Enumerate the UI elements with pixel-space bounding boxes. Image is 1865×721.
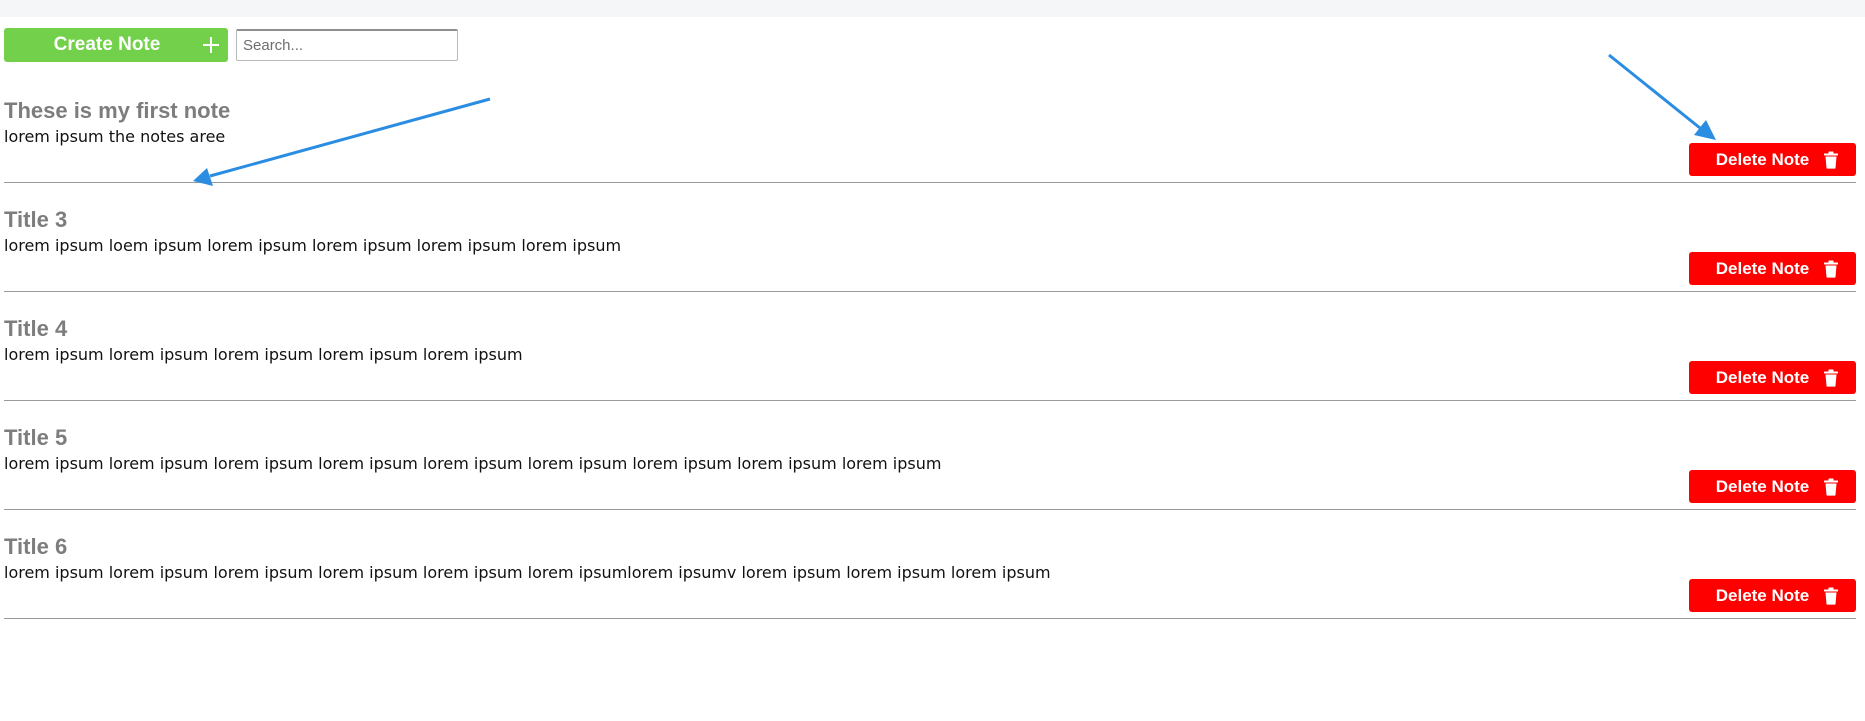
- delete-note-label: Delete Note: [1715, 367, 1810, 387]
- note-item: These is my first note lorem ipsum the n…: [4, 74, 1856, 183]
- note-body: lorem ipsum lorem ipsum lorem ipsum lore…: [4, 454, 942, 473]
- create-note-button[interactable]: Create Note: [4, 28, 228, 62]
- delete-note-label: Delete Note: [1715, 258, 1810, 278]
- note-item: Title 3 lorem ipsum loem ipsum lorem ips…: [4, 183, 1856, 292]
- trash-icon: [1824, 151, 1839, 169]
- delete-note-button[interactable]: Delete Note: [1689, 252, 1856, 285]
- delete-note-label: Delete Note: [1715, 476, 1810, 496]
- top-strip: [0, 0, 1865, 17]
- note-title: Title 5: [4, 425, 68, 450]
- plus-icon: [203, 37, 219, 53]
- note-body: lorem ipsum lorem ipsum lorem ipsum lore…: [4, 563, 1051, 582]
- note-item: Title 5 lorem ipsum lorem ipsum lorem ip…: [4, 401, 1856, 510]
- trash-icon: [1824, 260, 1839, 278]
- trash-icon: [1824, 369, 1839, 387]
- search-input[interactable]: [236, 29, 458, 61]
- delete-note-button[interactable]: Delete Note: [1689, 579, 1856, 612]
- note-body: lorem ipsum lorem ipsum lorem ipsum lore…: [4, 345, 523, 364]
- notes-list: These is my first note lorem ipsum the n…: [4, 74, 1856, 619]
- delete-note-button[interactable]: Delete Note: [1689, 361, 1856, 394]
- note-body: lorem ipsum loem ipsum lorem ipsum lorem…: [4, 236, 622, 255]
- trash-icon: [1824, 587, 1839, 605]
- note-item: Title 4 lorem ipsum lorem ipsum lorem ip…: [4, 292, 1856, 401]
- note-title: Title 4: [4, 316, 68, 341]
- note-body: lorem ipsum the notes aree: [4, 127, 226, 146]
- create-note-label: Create Note: [53, 34, 161, 55]
- delete-note-button[interactable]: Delete Note: [1689, 470, 1856, 503]
- note-title: Title 6: [4, 534, 68, 559]
- delete-note-button[interactable]: Delete Note: [1689, 143, 1856, 176]
- note-title: Title 3: [4, 207, 68, 232]
- note-title: These is my first note: [4, 98, 231, 123]
- delete-note-label: Delete Note: [1715, 149, 1810, 169]
- toolbar: Create Note: [4, 28, 458, 62]
- note-item: Title 6 lorem ipsum lorem ipsum lorem ip…: [4, 510, 1856, 619]
- trash-icon: [1824, 478, 1839, 496]
- delete-note-label: Delete Note: [1715, 585, 1810, 605]
